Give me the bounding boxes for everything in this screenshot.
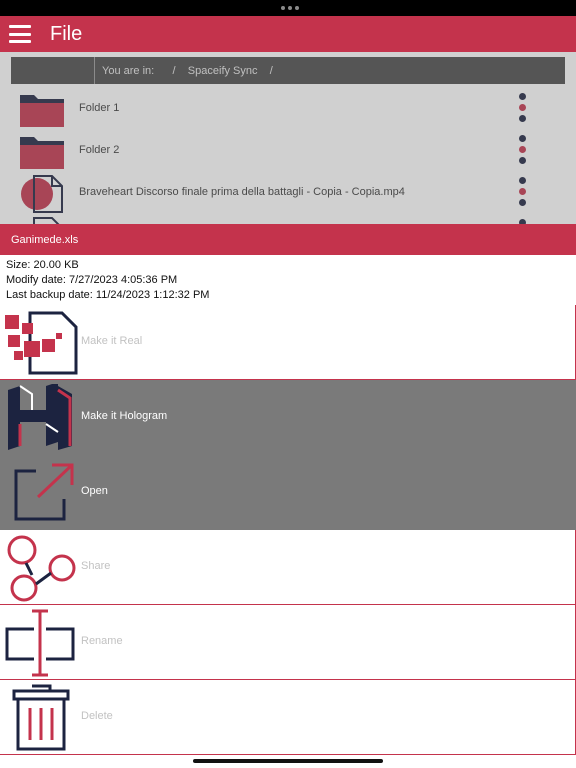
action-label: Make it Hologram [81, 410, 168, 422]
home-indicator[interactable] [193, 759, 383, 763]
modify-date: Modify date: 7/27/2023 4:05:36 PM [6, 274, 178, 286]
make-real-icon [5, 311, 78, 375]
share-icon [7, 535, 76, 602]
action-label: Delete [81, 710, 113, 722]
list-item[interactable] [0, 214, 576, 224]
action-label: Share [81, 560, 111, 572]
open-button[interactable]: Open [0, 455, 576, 530]
make-real-button[interactable]: Make it Real [0, 305, 576, 380]
list-item[interactable]: Braveheart Discorso finale prima della b… [0, 172, 576, 214]
more-options-icon[interactable] [519, 93, 527, 122]
list-item[interactable]: Folder 1 [0, 88, 576, 130]
list-item[interactable]: Folder 2 [0, 130, 576, 172]
hologram-icon [8, 384, 72, 450]
status-bar [0, 0, 576, 16]
file-info: Size: 20.00 KB Modify date: 7/27/2023 4:… [0, 255, 576, 305]
make-hologram-button[interactable]: Make it Hologram [0, 380, 576, 455]
video-file-icon [21, 175, 63, 213]
breadcrumb-back-area[interactable] [11, 57, 95, 84]
file-icon [33, 217, 60, 224]
multitasking-dots-icon[interactable] [281, 6, 299, 10]
backup-date: Last backup date: 11/24/2023 1:12:32 PM [6, 289, 210, 301]
app-bar: File [0, 16, 576, 52]
breadcrumb: You are in: / Spaceify Sync / [11, 57, 565, 84]
more-options-icon[interactable] [519, 135, 527, 164]
sheet-title: Ganimede.xls [0, 224, 576, 255]
file-size: Size: 20.00 KB [6, 259, 79, 271]
page-title: File [50, 22, 83, 45]
open-external-icon [14, 463, 74, 521]
file-list: Folder 1 Folder 2 Braveheart Discorso fi… [0, 88, 576, 224]
folder-icon [20, 137, 64, 169]
action-label: Make it Real [81, 335, 143, 347]
file-name: Folder 2 [79, 144, 120, 156]
more-options-icon[interactable] [519, 177, 527, 206]
breadcrumb-path[interactable]: You are in: / Spaceify Sync / [102, 65, 273, 77]
delete-button[interactable]: Delete [0, 680, 576, 755]
trash-icon [12, 684, 70, 751]
action-label: Open [81, 485, 108, 497]
action-label: Rename [81, 635, 123, 647]
file-name: Folder 1 [79, 102, 120, 114]
hamburger-menu-icon[interactable] [9, 25, 31, 43]
file-name: Braveheart Discorso finale prima della b… [79, 186, 405, 198]
rename-button[interactable]: Rename [0, 605, 576, 680]
rename-icon [5, 609, 75, 677]
share-button[interactable]: Share [0, 530, 576, 605]
folder-icon [20, 95, 64, 127]
